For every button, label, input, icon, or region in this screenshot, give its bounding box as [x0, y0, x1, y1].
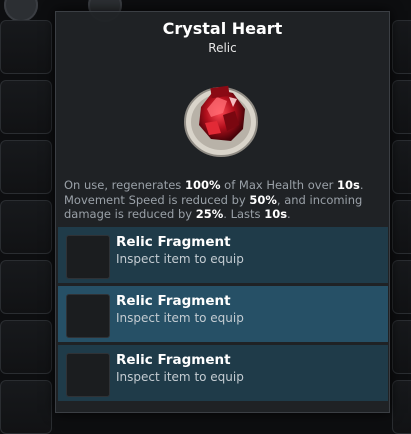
inventory-slot[interactable]: [0, 200, 52, 254]
item-type: Relic: [208, 41, 237, 55]
description-text: of Max Health over: [220, 178, 338, 192]
description-value: 10s: [264, 207, 288, 221]
empty-slot-icon: [66, 353, 110, 397]
fragment-slot[interactable]: Relic Fragment Inspect item to equip: [58, 286, 388, 342]
description-text: . Lasts: [223, 207, 265, 221]
description-value: 50%: [249, 192, 277, 207]
inventory-slot[interactable]: [392, 320, 411, 374]
inventory-slot[interactable]: [392, 20, 411, 74]
slot-hint: Inspect item to equip: [116, 311, 244, 325]
description-value: 25%: [195, 207, 224, 221]
slot-name: Relic Fragment: [116, 234, 231, 250]
item-tooltip: Crystal Heart Relic On use, regenerates …: [55, 11, 390, 413]
inventory-slot[interactable]: [0, 320, 52, 374]
equipment-slot-icon[interactable]: [4, 0, 38, 22]
slot-hint: Inspect item to equip: [116, 252, 244, 266]
inventory-slot[interactable]: [392, 80, 411, 134]
slot-hint: Inspect item to equip: [116, 370, 244, 384]
inventory-slot[interactable]: [0, 80, 52, 134]
empty-slot-icon: [66, 235, 110, 279]
inventory-slot[interactable]: [392, 380, 411, 434]
fragment-slot[interactable]: Relic Fragment Inspect item to equip: [58, 227, 388, 283]
item-title: Crystal Heart: [162, 19, 283, 38]
inventory-slot[interactable]: [392, 260, 411, 314]
item-description: On use, regenerates 100% of Max Health o…: [64, 178, 382, 222]
fragment-slot[interactable]: Relic Fragment Inspect item to equip: [58, 345, 388, 401]
inventory-slot[interactable]: [0, 20, 52, 74]
inventory-slot[interactable]: [0, 380, 52, 434]
empty-slot-icon: [66, 294, 110, 338]
description-value: 10s: [337, 178, 360, 192]
inventory-slot[interactable]: [0, 140, 52, 194]
slot-name: Relic Fragment: [116, 293, 231, 309]
description-value: 100%: [184, 178, 221, 192]
slot-name: Relic Fragment: [116, 352, 231, 368]
description-text: .: [287, 207, 291, 221]
inventory-slot[interactable]: [392, 200, 411, 254]
description-text: On use, regenerates: [64, 178, 185, 192]
inventory-slot[interactable]: [392, 140, 411, 194]
inventory-slot[interactable]: [0, 260, 52, 314]
crystal-heart-relic-icon: [177, 67, 263, 161]
